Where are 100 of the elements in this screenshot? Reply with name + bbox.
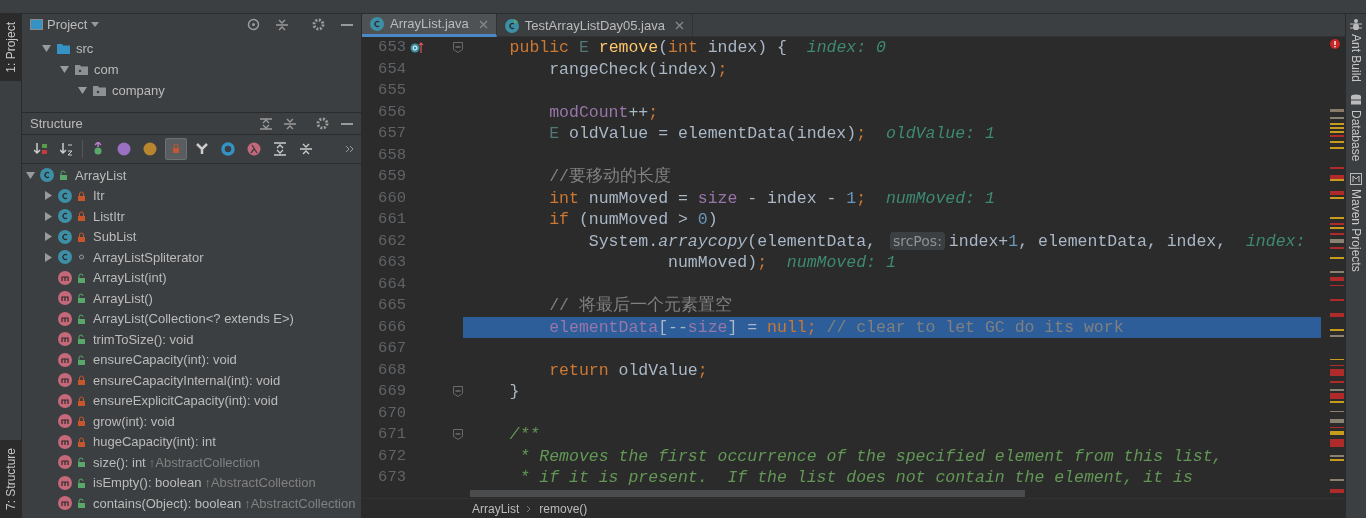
tree-item[interactable]: size(): int	[93, 452, 146, 472]
breadcrumb-item[interactable]: ArrayList	[472, 499, 520, 518]
method-icon	[58, 352, 72, 367]
line-number: 669	[377, 381, 406, 402]
settings-icon[interactable]	[312, 18, 325, 31]
tree-item[interactable]: ArrayList()	[93, 288, 153, 308]
tree-item[interactable]: ensureExplicitCapacity(int): void	[93, 391, 278, 411]
line-number: 667	[377, 338, 406, 359]
unlocked-icon	[77, 293, 86, 304]
tree-item[interactable]: ensureCapacity(int): void	[93, 350, 237, 370]
line-number: 664	[377, 273, 406, 295]
tree-item[interactable]: company	[112, 80, 165, 101]
line-number: 654	[377, 58, 406, 80]
class-icon	[58, 250, 72, 265]
unlocked-icon	[77, 477, 86, 488]
class-icon	[58, 229, 72, 244]
method-icon	[58, 332, 72, 347]
minimize-icon[interactable]	[341, 23, 353, 26]
method-icon	[58, 414, 72, 429]
dot-icon	[77, 252, 86, 263]
horizontal-scrollbar[interactable]	[470, 489, 1025, 497]
lock-icon	[77, 436, 86, 447]
code-line: * if it is present. If the list does not contain the element, it is	[518, 467, 1194, 489]
tree-item[interactable]: ListItr	[93, 206, 125, 226]
code-line: numMoved); numMoved: 1	[667, 252, 897, 274]
line-number: 659	[377, 166, 406, 187]
tool-window-tab[interactable]: Database	[1347, 94, 1365, 162]
lambda-icon	[247, 142, 261, 156]
dropdown-caret-icon[interactable]	[91, 22, 100, 27]
tree-item[interactable]: src	[76, 38, 94, 59]
expand-arrow-icon[interactable]	[44, 252, 53, 262]
folder-icon	[57, 43, 70, 54]
code-line: /**	[508, 424, 541, 446]
editor-tab[interactable]: TestArrayListDay05.java	[496, 14, 693, 37]
tree-item[interactable]: ArrayList	[75, 165, 127, 185]
code-line: if (numMoved > 0)	[548, 209, 719, 231]
tree-item[interactable]: trimToSize(): void	[93, 329, 194, 349]
expand-arrow-icon[interactable]	[44, 211, 53, 221]
close-icon[interactable]	[674, 21, 684, 30]
field-icon	[143, 142, 157, 156]
tool-window-tab[interactable]: Ant Build	[1347, 18, 1365, 83]
tool-window-tab[interactable]: 1: Project	[0, 14, 21, 81]
breadcrumb-item[interactable]: remove()	[539, 499, 588, 518]
editor-tab[interactable]: ArrayList.java	[362, 14, 497, 37]
tree-item[interactable]: grow(int): void	[93, 411, 175, 431]
lock-icon	[77, 375, 86, 386]
override-icon[interactable]	[410, 41, 424, 55]
fold-icon[interactable]	[453, 385, 463, 398]
method-icon	[58, 393, 72, 408]
inherited-from-label: ↑AbstractCollection	[244, 494, 356, 513]
tree-item[interactable]: ArrayList(int)	[93, 268, 167, 288]
inherited-from-label: ↑AbstractCollection	[204, 474, 316, 492]
tree-item[interactable]: isEmpty(): boolean	[93, 473, 202, 493]
collapse-arrow-icon[interactable]	[78, 86, 87, 95]
parameter-hint: srcPos:	[889, 231, 945, 250]
more-icon[interactable]	[346, 146, 353, 152]
tool-window-tab[interactable]: Maven Projects	[1347, 173, 1365, 273]
collapse-all-icon[interactable]	[284, 117, 296, 130]
line-number: 656	[377, 101, 406, 123]
lock-icon	[77, 416, 86, 427]
sort-by-visibility-icon	[34, 142, 48, 156]
expand-all-icon[interactable]	[260, 117, 272, 130]
expand-arrow-icon[interactable]	[44, 191, 53, 201]
tree-item[interactable]: ArrayListSpliterator	[93, 247, 204, 267]
tree-item[interactable]: hugeCapacity(int): int	[93, 432, 216, 452]
collapse-arrow-icon[interactable]	[26, 170, 35, 180]
ant-icon	[1350, 18, 1362, 30]
tree-item[interactable]: contains(Object): boolean	[93, 493, 242, 513]
line-number: 663	[377, 252, 406, 273]
tree-item[interactable]: ensureCapacityInternal(int): void	[93, 370, 281, 390]
tree-item[interactable]: SubList	[93, 227, 137, 247]
unlocked-icon	[77, 334, 86, 345]
expand-arrow-icon[interactable]	[44, 232, 53, 242]
minimize-icon[interactable]	[341, 122, 353, 125]
unlocked-icon	[77, 272, 86, 283]
collapse-all-icon	[299, 142, 313, 156]
ring-icon	[221, 142, 235, 156]
collapse-arrow-icon[interactable]	[42, 44, 51, 53]
line-number: 672	[377, 445, 406, 467]
fold-icon[interactable]	[453, 428, 463, 441]
close-icon[interactable]	[478, 19, 488, 29]
panel-title[interactable]: Project	[47, 14, 88, 35]
tree-item[interactable]: ArrayList(Collection<? extends E>)	[93, 309, 294, 329]
inherited-from-label: ↑AbstractCollection	[148, 453, 260, 472]
tree-item[interactable]: Itr	[93, 186, 105, 206]
runnable-class-icon	[504, 18, 519, 33]
tool-window-tab[interactable]: 7: Structure	[0, 439, 21, 518]
tree-item[interactable]: com	[94, 59, 119, 80]
class-icon	[58, 188, 72, 203]
method-icon	[58, 455, 72, 470]
collapse-arrow-icon[interactable]	[60, 65, 69, 74]
error-icon[interactable]	[1330, 39, 1340, 49]
locate-icon[interactable]	[247, 18, 260, 31]
collapse-all-icon[interactable]	[276, 18, 288, 31]
method-icon	[58, 434, 72, 449]
method-icon	[58, 270, 72, 285]
unlocked-icon	[77, 313, 86, 324]
settings-icon[interactable]	[316, 117, 329, 130]
fold-icon[interactable]	[453, 41, 463, 54]
method-icon	[58, 311, 72, 326]
